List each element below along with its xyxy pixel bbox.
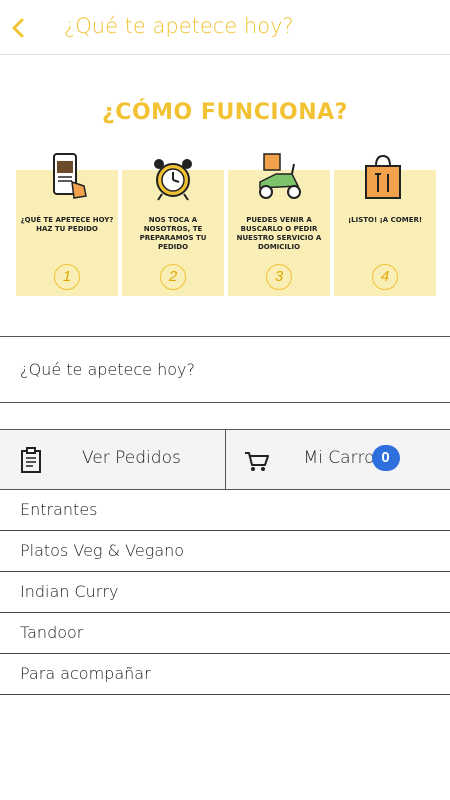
delivery-scooter-icon — [228, 152, 330, 202]
cart-count-badge: 0 — [371, 445, 400, 471]
phone-order-icon — [16, 152, 118, 202]
step-text: ¿QUÉ TE APETECE HOY? HAZ TU PEDIDO — [20, 216, 114, 233]
app-header: ¿Qué te apetece hoy? — [0, 0, 450, 55]
my-cart-label: Mi Carro — [303, 448, 375, 468]
view-orders-label: Ver Pedidos — [82, 448, 181, 468]
step-card-4: ¡LISTO! ¡A COMER! 4 — [334, 154, 436, 296]
category-tandoor[interactable]: Tandoor — [0, 613, 450, 654]
step-number: 1 — [54, 264, 80, 290]
step-card-1: ¿QUÉ TE APETECE HOY? HAZ TU PEDIDO 1 — [16, 153, 118, 296]
banner-title: ¿CÓMO FUNCIONA? — [102, 100, 348, 125]
category-entrantes[interactable]: Entrantes — [0, 490, 450, 531]
view-orders-button[interactable]: Ver Pedidos — [0, 430, 225, 489]
step-card-3: PUEDES VENIR A BUSCARLO O PEDIR NUESTRO … — [228, 153, 330, 296]
alarm-clock-icon — [122, 152, 224, 202]
section-header: ¿Qué te apetece hoy? — [0, 336, 450, 403]
clipboard-icon — [18, 446, 44, 474]
step-text: ¡LISTO! ¡A COMER! — [347, 216, 423, 224]
category-indian-curry[interactable]: Indian Curry — [0, 572, 450, 613]
category-para-acompanar[interactable]: Para acompañar — [0, 654, 450, 695]
back-chevron-icon[interactable] — [8, 14, 34, 42]
food-bag-icon — [334, 152, 436, 202]
category-label: Platos Veg & Vegano — [20, 541, 185, 560]
category-label: Para acompañar — [20, 664, 151, 683]
step-number: 4 — [372, 264, 398, 290]
step-number: 3 — [266, 264, 292, 290]
category-label: Entrantes — [20, 500, 98, 519]
section-label: ¿Qué te apetece hoy? — [20, 360, 195, 379]
action-bar: Ver Pedidos Mi Carro 0 — [0, 429, 450, 490]
category-label: Indian Curry — [20, 582, 119, 601]
step-number: 2 — [160, 264, 186, 290]
how-it-works-banner: ¿CÓMO FUNCIONA? ¿QUÉ TE APETECE HOY? HAZ… — [0, 56, 450, 336]
category-list: Entrantes Platos Veg & Vegano Indian Cur… — [0, 490, 450, 695]
my-cart-button[interactable]: Mi Carro 0 — [224, 430, 450, 489]
page-title: ¿Qué te apetece hoy? — [64, 14, 294, 38]
step-card-2: NOS TOCA A NOSOTROS, TE PREPARAMOS TU PE… — [122, 159, 224, 296]
step-text: NOS TOCA A NOSOTROS, TE PREPARAMOS TU PE… — [139, 216, 207, 251]
category-label: Tandoor — [20, 623, 84, 642]
cart-icon — [244, 446, 270, 474]
category-veg-vegano[interactable]: Platos Veg & Vegano — [0, 531, 450, 572]
step-text: PUEDES VENIR A BUSCARLO O PEDIR NUESTRO … — [236, 216, 322, 251]
